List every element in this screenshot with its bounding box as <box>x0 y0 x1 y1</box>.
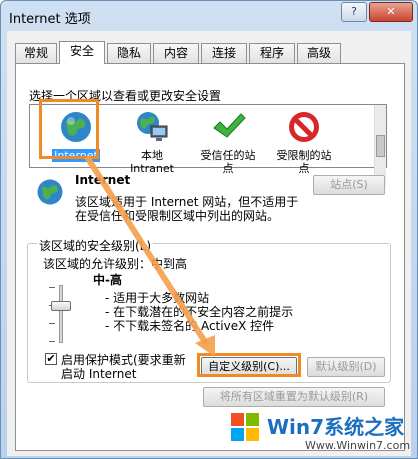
reset-all-zones-button[interactable]: 将所有区域重置为默认级别(R) <box>203 387 385 407</box>
checkmark-icon <box>213 113 246 138</box>
security-level-group-label: 该区域的安全级别(L) <box>37 237 154 254</box>
restricted-icon <box>289 112 319 142</box>
tab-security[interactable]: 安全 <box>59 41 105 64</box>
help-button[interactable]: ? <box>341 2 367 22</box>
close-button[interactable]: ✕ <box>369 2 413 22</box>
internet-options-window: Internet 选项 ? ✕ 常规 安全 隐私 内容 连接 程序 高级 选择一… <box>0 0 418 459</box>
zone-local-intranet[interactable]: 本地 Intranet <box>114 105 190 181</box>
tab-advanced[interactable]: 高级 <box>297 43 341 63</box>
internet-zone-highlight <box>39 99 99 159</box>
zone-trusted-sites[interactable]: 受信任的站 点 <box>190 105 266 181</box>
slider-tick <box>49 323 55 324</box>
slider-tick <box>49 341 55 342</box>
security-level-slider-track[interactable] <box>59 285 63 343</box>
zone-local-intranet-label: 本地 Intranet <box>130 149 174 175</box>
intranet-icon <box>137 112 168 141</box>
zone-restricted-sites[interactable]: 受限制的站 点 <box>266 105 342 181</box>
zone-description-line2: 在受信任和受限制区域中列出的网站。 <box>75 209 280 223</box>
tab-programs[interactable]: 程序 <box>249 43 295 63</box>
level-name: 中-高 <box>93 273 122 287</box>
watermark-brand: Win7系统之家 <box>267 415 405 439</box>
custom-level-highlight <box>197 353 301 377</box>
scrollbar-thumb[interactable] <box>376 135 385 157</box>
protected-mode-label-line2: 启动 Internet <box>61 367 137 381</box>
windows-logo-icon <box>231 413 259 441</box>
default-level-button[interactable]: 默认级别(D) <box>307 357 385 377</box>
tab-content[interactable]: 内容 <box>153 43 199 63</box>
tab-privacy[interactable]: 隐私 <box>107 43 151 63</box>
slider-tick <box>49 287 55 288</box>
globe-icon <box>37 179 63 205</box>
tab-connections[interactable]: 连接 <box>201 43 247 63</box>
window-title: Internet 选项 <box>9 12 91 27</box>
level-point: - 不下载未签名的 ActiveX 控件 <box>105 319 275 333</box>
zone-trusted-sites-label: 受信任的站 点 <box>200 149 256 175</box>
allowed-levels-label: 该区域的允许级别：中到高 <box>43 257 188 271</box>
watermark: Win7系统之家 Www.Winwin7.com <box>223 405 418 459</box>
zone-restricted-sites-label: 受限制的站 点 <box>276 149 332 175</box>
sites-button[interactable]: 站点(S) <box>313 175 385 195</box>
security-level-slider-thumb[interactable] <box>51 301 71 311</box>
tab-general[interactable]: 常规 <box>15 43 57 63</box>
protected-mode-checkbox[interactable]: ✔ <box>45 353 57 365</box>
zone-title: Internet <box>75 173 131 187</box>
title-bar: Internet 选项 ? ✕ <box>1 1 417 31</box>
watermark-url: Www.Winwin7.com <box>305 439 411 452</box>
